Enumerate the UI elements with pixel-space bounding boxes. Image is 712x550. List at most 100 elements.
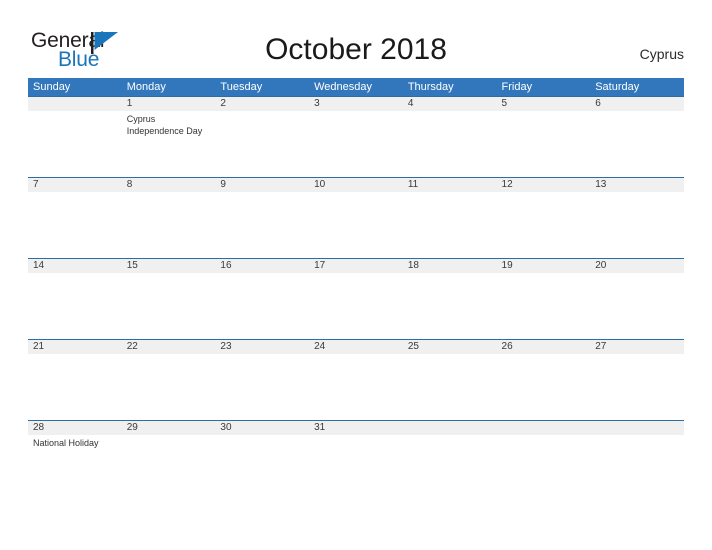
- day-number[interactable]: 20: [590, 259, 684, 273]
- day-cell[interactable]: [590, 192, 684, 258]
- weekday-tuesday: Tuesday: [220, 81, 263, 93]
- day-cell[interactable]: [590, 435, 684, 501]
- day-number[interactable]: 11: [403, 178, 497, 192]
- week-event-band: National Holiday: [28, 435, 684, 501]
- week-date-band: 7 8 9 10 11 12 13: [28, 177, 684, 192]
- day-cell[interactable]: [28, 192, 122, 258]
- week-row: 1 2 3 4 5 6 Cyprus Independence Day: [28, 96, 684, 177]
- week-event-band: [28, 354, 684, 420]
- country-label: Cyprus: [639, 46, 684, 62]
- day-number[interactable]: [403, 421, 497, 435]
- day-number[interactable]: 10: [309, 178, 403, 192]
- day-cell[interactable]: [309, 192, 403, 258]
- weekday-header-row: Sunday Monday Tuesday Wednesday Thursday…: [28, 78, 684, 96]
- day-cell[interactable]: [590, 273, 684, 339]
- day-number[interactable]: 4: [403, 97, 497, 111]
- day-number[interactable]: 24: [309, 340, 403, 354]
- week-date-band: 21 22 23 24 25 26 27: [28, 339, 684, 354]
- day-cell[interactable]: [122, 192, 216, 258]
- day-number[interactable]: 16: [215, 259, 309, 273]
- day-cell[interactable]: [122, 354, 216, 420]
- day-number[interactable]: 27: [590, 340, 684, 354]
- day-number[interactable]: 13: [590, 178, 684, 192]
- day-cell[interactable]: [309, 435, 403, 501]
- day-cell[interactable]: [497, 435, 591, 501]
- calendar-grid: Sunday Monday Tuesday Wednesday Thursday…: [28, 78, 684, 501]
- week-date-band: 28 29 30 31: [28, 420, 684, 435]
- day-cell[interactable]: [215, 273, 309, 339]
- day-number[interactable]: 19: [497, 259, 591, 273]
- week-date-band: 1 2 3 4 5 6: [28, 96, 684, 111]
- day-cell[interactable]: [403, 435, 497, 501]
- weekday-monday: Monday: [126, 81, 166, 93]
- day-number[interactable]: 3: [309, 97, 403, 111]
- weekday-wednesday: Wednesday: [314, 81, 372, 93]
- calendar-page: General Blue October 2018 Cyprus Sunday …: [0, 0, 712, 550]
- week-date-band: 14 15 16 17 18 19 20: [28, 258, 684, 273]
- week-row: 21 22 23 24 25 26 27: [28, 339, 684, 420]
- day-number[interactable]: 14: [28, 259, 122, 273]
- page-header: General Blue October 2018 Cyprus: [0, 0, 712, 78]
- day-cell[interactable]: [497, 192, 591, 258]
- day-cell[interactable]: [590, 354, 684, 420]
- day-cell[interactable]: [497, 111, 591, 177]
- day-number[interactable]: 15: [122, 259, 216, 273]
- page-title: October 2018: [265, 33, 447, 66]
- week-row: 28 29 30 31 National Holiday: [28, 420, 684, 501]
- week-row: 14 15 16 17 18 19 20: [28, 258, 684, 339]
- day-number[interactable]: 25: [403, 340, 497, 354]
- day-number[interactable]: 22: [122, 340, 216, 354]
- day-number[interactable]: 31: [309, 421, 403, 435]
- day-cell[interactable]: [497, 354, 591, 420]
- day-number[interactable]: 9: [215, 178, 309, 192]
- day-number[interactable]: 7: [28, 178, 122, 192]
- day-number[interactable]: 29: [122, 421, 216, 435]
- day-cell[interactable]: [28, 354, 122, 420]
- day-cell[interactable]: [403, 354, 497, 420]
- day-cell[interactable]: [590, 111, 684, 177]
- day-number[interactable]: 23: [215, 340, 309, 354]
- day-cell[interactable]: [403, 111, 497, 177]
- day-number[interactable]: 5: [497, 97, 591, 111]
- day-cell[interactable]: [215, 354, 309, 420]
- day-number[interactable]: [28, 97, 122, 111]
- day-cell[interactable]: [309, 354, 403, 420]
- weekday-thursday: Thursday: [407, 81, 454, 93]
- day-cell[interactable]: [28, 111, 122, 177]
- day-number[interactable]: 1: [122, 97, 216, 111]
- week-event-band: Cyprus Independence Day: [28, 111, 684, 177]
- day-number[interactable]: [497, 421, 591, 435]
- day-cell[interactable]: National Holiday: [28, 435, 122, 501]
- weekday-friday: Friday: [501, 81, 533, 93]
- day-cell[interactable]: [309, 273, 403, 339]
- day-number[interactable]: 28: [28, 421, 122, 435]
- day-number[interactable]: 6: [590, 97, 684, 111]
- day-cell[interactable]: [403, 192, 497, 258]
- day-cell[interactable]: [215, 111, 309, 177]
- day-cell[interactable]: [215, 192, 309, 258]
- day-number[interactable]: 17: [309, 259, 403, 273]
- day-number[interactable]: 21: [28, 340, 122, 354]
- day-cell[interactable]: [122, 273, 216, 339]
- weekday-saturday: Saturday: [595, 81, 640, 93]
- event-label: Cyprus Independence Day: [126, 114, 203, 136]
- day-number[interactable]: 2: [215, 97, 309, 111]
- day-number[interactable]: [590, 421, 684, 435]
- day-cell[interactable]: [28, 273, 122, 339]
- weekday-sunday: Sunday: [33, 81, 71, 93]
- day-cell[interactable]: [122, 435, 216, 501]
- day-cell[interactable]: Cyprus Independence Day: [122, 111, 216, 177]
- day-number[interactable]: 12: [497, 178, 591, 192]
- week-event-band: [28, 273, 684, 339]
- day-cell[interactable]: [215, 435, 309, 501]
- day-number[interactable]: 30: [215, 421, 309, 435]
- event-label: National Holiday: [33, 438, 99, 448]
- day-number[interactable]: 26: [497, 340, 591, 354]
- day-cell[interactable]: [309, 111, 403, 177]
- week-event-band: [28, 192, 684, 258]
- day-cell[interactable]: [403, 273, 497, 339]
- day-cell[interactable]: [497, 273, 591, 339]
- day-number[interactable]: 8: [122, 178, 216, 192]
- day-number[interactable]: 18: [403, 259, 497, 273]
- week-row: 7 8 9 10 11 12 13: [28, 177, 684, 258]
